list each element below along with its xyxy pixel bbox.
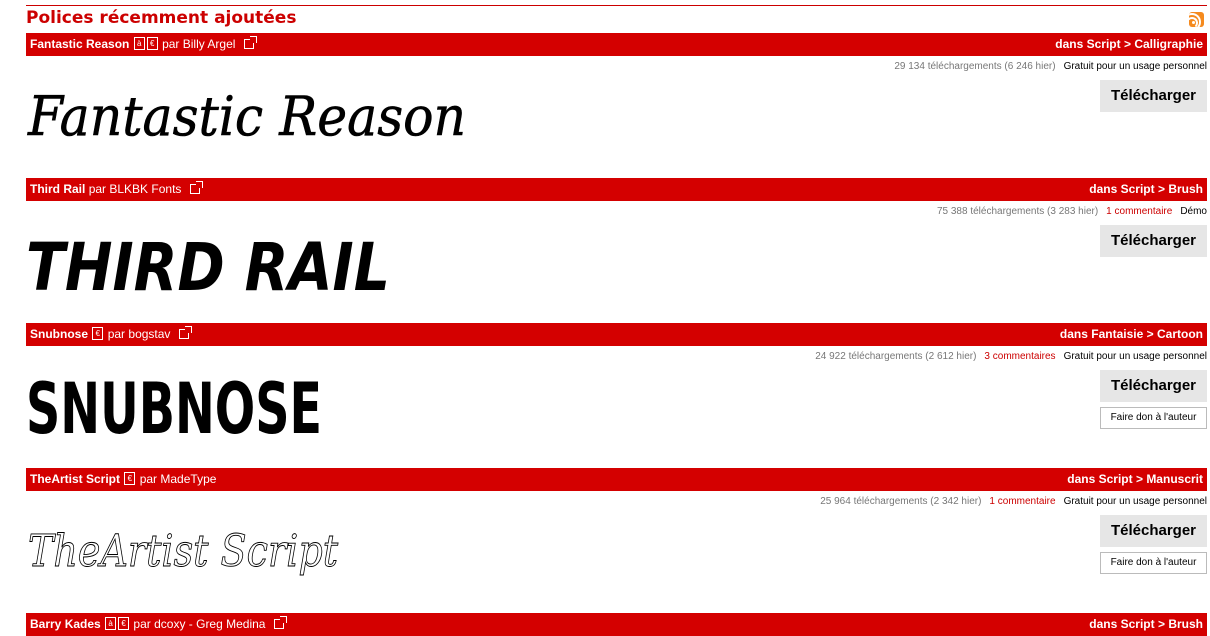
font-stats: 75 388 téléchargements (3 283 hier) 1 com… xyxy=(937,206,1207,217)
download-count: 24 922 téléchargements (2 612 hier) xyxy=(815,351,977,362)
font-entry: Third Rail par BLKBK Fonts dans Script >… xyxy=(26,178,1207,323)
euro-badge-icon: € xyxy=(146,37,158,51)
subcategory-link[interactable]: Calligraphie xyxy=(1134,37,1203,51)
font-preview-text: TheArtist Script xyxy=(28,526,338,577)
subcategory-link[interactable]: Brush xyxy=(1168,617,1203,631)
font-preview[interactable]: TheArtist Script xyxy=(26,508,366,588)
euro-badge-icon: € xyxy=(92,327,104,341)
accents-badge-icon: à xyxy=(105,617,117,631)
font-entry: Fantastic Reason à € par Billy Argel dans… xyxy=(26,33,1207,178)
category-breadcrumb: dans Script > Manuscrit xyxy=(1067,472,1203,486)
external-link-icon[interactable] xyxy=(273,615,287,629)
download-button[interactable]: Télécharger xyxy=(1100,225,1207,257)
comments-link[interactable]: 3 commentaires xyxy=(984,351,1055,362)
download-button[interactable]: Télécharger xyxy=(1100,80,1207,112)
font-header-bar: Snubnose € par bogstav dans Fantaisie > … xyxy=(26,323,1207,346)
category-link[interactable]: Script xyxy=(1121,617,1155,631)
download-count: 75 388 téléchargements (3 283 hier) xyxy=(936,206,1099,217)
font-preview[interactable]: THIRD RAIL xyxy=(26,218,426,298)
category-link[interactable]: Script xyxy=(1099,472,1133,486)
font-name-link[interactable]: Third Rail xyxy=(30,182,85,196)
font-stats: 25 964 téléchargements (2 342 hier) 1 com… xyxy=(820,496,1207,507)
category-breadcrumb: dans Script > Brush xyxy=(1089,182,1203,196)
category-prefix: dans xyxy=(1055,37,1084,51)
author-link[interactable]: dcoxy - Greg Medina xyxy=(154,617,265,631)
category-prefix: dans xyxy=(1059,327,1088,341)
by-label: par xyxy=(107,327,126,341)
font-name-link[interactable]: Fantastic Reason xyxy=(30,37,129,51)
author-link[interactable]: MadeType xyxy=(160,472,216,486)
external-link-icon[interactable] xyxy=(243,35,257,49)
font-stats: 29 134 téléchargements (6 246 hier) Gratu… xyxy=(894,61,1207,72)
donate-button[interactable]: Faire don à l'auteur xyxy=(1100,407,1207,429)
font-preview-text: Fantastic Reason xyxy=(27,85,466,148)
font-entry: Barry Kades à € par dcoxy - Greg Medina d… xyxy=(26,613,1207,636)
subcategory-link[interactable]: Cartoon xyxy=(1157,327,1203,341)
download-button[interactable]: Télécharger xyxy=(1100,515,1207,547)
category-breadcrumb: dans Fantaisie > Cartoon xyxy=(1059,327,1203,341)
top-divider xyxy=(26,5,1207,6)
section-title: Polices récemment ajoutées xyxy=(26,8,297,28)
license-label: Gratuit pour un usage personnel xyxy=(1063,351,1207,362)
euro-badge-icon: € xyxy=(124,472,136,486)
font-stats: 24 922 téléchargements (2 612 hier) 3 com… xyxy=(815,351,1207,362)
category-prefix: dans xyxy=(1089,617,1118,631)
license-label: Gratuit pour un usage personnel xyxy=(1063,61,1207,72)
font-preview-text: SNUBNOSE xyxy=(26,368,322,443)
category-prefix: dans xyxy=(1089,182,1118,196)
license-label: Gratuit pour un usage personnel xyxy=(1063,496,1207,507)
author-link[interactable]: bogstav xyxy=(128,327,170,341)
by-label: par xyxy=(88,182,107,196)
font-name-link[interactable]: Snubnose xyxy=(30,327,88,341)
by-label: par xyxy=(139,472,158,486)
font-name-link[interactable]: Barry Kades xyxy=(30,617,101,631)
donate-button[interactable]: Faire don à l'auteur xyxy=(1100,552,1207,574)
font-preview[interactable]: SNUBNOSE xyxy=(26,363,356,443)
author-link[interactable]: BLKBK Fonts xyxy=(109,182,181,196)
category-link[interactable]: Fantaisie xyxy=(1091,327,1143,341)
by-label: par xyxy=(133,617,151,631)
comments-link[interactable]: 1 commentaire xyxy=(989,496,1055,507)
font-preview-text: THIRD RAIL xyxy=(26,229,390,298)
category-breadcrumb: dans Script > Brush xyxy=(1089,617,1203,631)
author-link[interactable]: Billy Argel xyxy=(183,37,236,51)
font-name-link[interactable]: TheArtist Script xyxy=(30,472,120,486)
download-count: 25 964 téléchargements (2 342 hier) xyxy=(820,496,982,507)
font-header-bar: Barry Kades à € par dcoxy - Greg Medina d… xyxy=(26,613,1207,636)
subcategory-link[interactable]: Manuscrit xyxy=(1146,472,1203,486)
font-header-bar: Third Rail par BLKBK Fonts dans Script >… xyxy=(26,178,1207,201)
category-link[interactable]: Script xyxy=(1087,37,1121,51)
accents-badge-icon: à xyxy=(133,37,145,51)
license-label: Démo xyxy=(1180,206,1207,217)
category-link[interactable]: Script xyxy=(1121,182,1155,196)
font-preview[interactable]: Fantastic Reason xyxy=(26,73,506,153)
font-header-bar: Fantastic Reason à € par Billy Argel dans… xyxy=(26,33,1207,56)
category-breadcrumb: dans Script > Calligraphie xyxy=(1055,37,1203,51)
comments-link[interactable]: 1 commentaire xyxy=(1106,206,1172,217)
font-header-bar: TheArtist Script € par MadeType dans Scr… xyxy=(26,468,1207,491)
download-button[interactable]: Télécharger xyxy=(1100,370,1207,402)
category-prefix: dans xyxy=(1067,472,1096,486)
subcategory-link[interactable]: Brush xyxy=(1168,182,1203,196)
font-entry: TheArtist Script € par MadeType dans Scr… xyxy=(26,468,1207,613)
by-label: par xyxy=(162,37,180,51)
rss-icon[interactable] xyxy=(1189,12,1204,27)
external-link-icon[interactable] xyxy=(189,180,203,194)
download-count: 29 134 téléchargements (6 246 hier) xyxy=(894,61,1056,72)
font-entry: Snubnose € par bogstav dans Fantaisie > … xyxy=(26,323,1207,468)
external-link-icon[interactable] xyxy=(178,325,192,339)
euro-badge-icon: € xyxy=(118,617,130,631)
